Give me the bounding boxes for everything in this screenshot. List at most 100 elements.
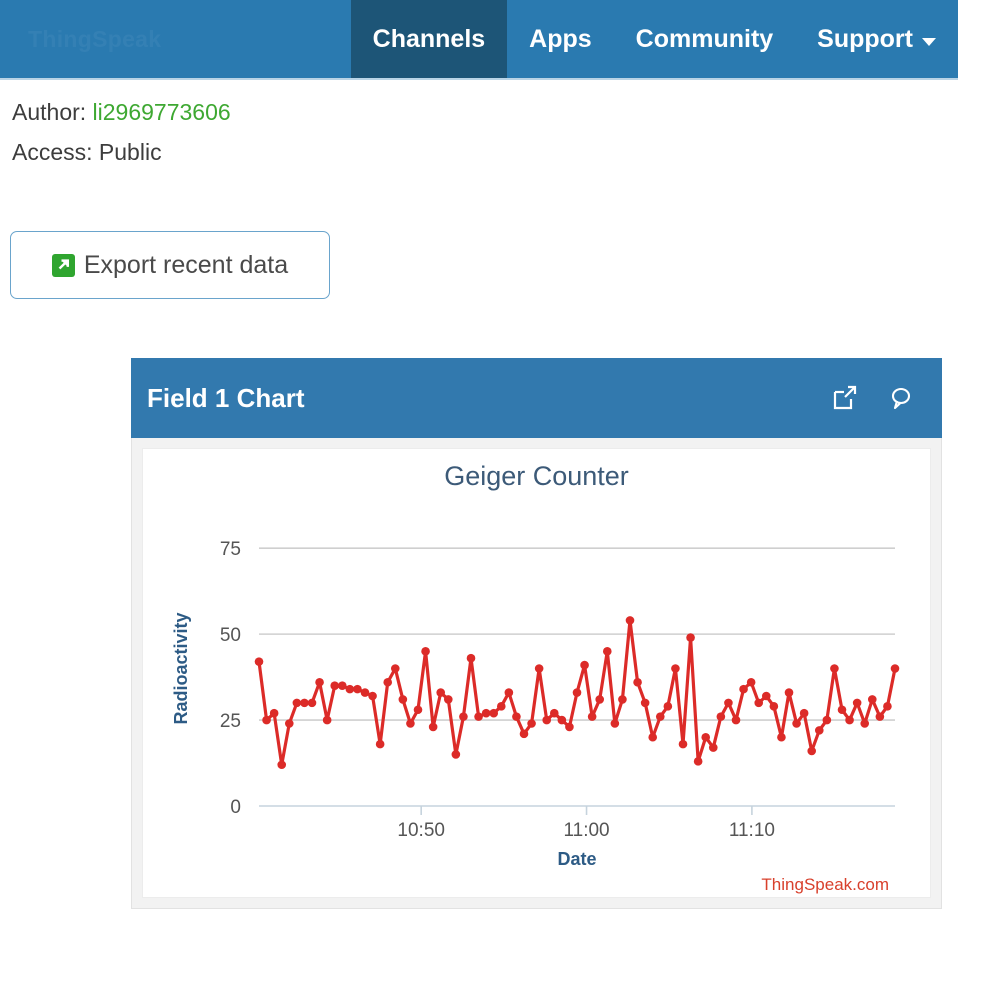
data-point[interactable]: [482, 709, 491, 718]
data-point[interactable]: [664, 702, 673, 711]
data-point[interactable]: [595, 695, 604, 704]
chart-panel-body: Geiger Counter025507510:5011:0011:10Radi…: [131, 438, 942, 909]
data-point[interactable]: [436, 688, 445, 697]
y-axis-tick-label: 25: [220, 711, 241, 732]
data-point[interactable]: [656, 712, 665, 721]
data-point[interactable]: [815, 726, 824, 735]
brand-logo[interactable]: ThingSpeak: [0, 0, 351, 78]
nav-item-support[interactable]: Support: [795, 0, 958, 78]
data-point[interactable]: [399, 695, 408, 704]
data-point[interactable]: [368, 692, 377, 701]
data-point[interactable]: [558, 716, 567, 725]
nav-item-apps[interactable]: Apps: [507, 0, 614, 78]
data-point[interactable]: [565, 723, 574, 732]
data-point[interactable]: [838, 705, 847, 714]
data-point[interactable]: [754, 699, 763, 708]
data-point[interactable]: [255, 657, 264, 666]
data-point[interactable]: [421, 647, 430, 656]
data-point[interactable]: [580, 661, 589, 670]
chart-panel-header: Field 1 Chart: [131, 358, 942, 438]
data-point[interactable]: [724, 699, 733, 708]
data-point[interactable]: [459, 712, 468, 721]
data-point[interactable]: [603, 647, 612, 656]
data-point[interactable]: [785, 688, 794, 697]
y-axis-tick-label: 50: [220, 625, 241, 646]
data-point[interactable]: [800, 709, 809, 718]
data-point[interactable]: [641, 699, 650, 708]
data-point[interactable]: [876, 712, 885, 721]
chart-canvas[interactable]: Geiger Counter025507510:5011:0011:10Radi…: [142, 448, 931, 898]
export-recent-data-button[interactable]: Export recent data: [10, 231, 330, 299]
data-point[interactable]: [270, 709, 279, 718]
data-point[interactable]: [679, 740, 688, 749]
data-point[interactable]: [452, 750, 461, 759]
data-point[interactable]: [353, 685, 362, 694]
data-point[interactable]: [300, 699, 309, 708]
data-point[interactable]: [308, 699, 317, 708]
data-point[interactable]: [474, 712, 483, 721]
data-point[interactable]: [891, 664, 900, 673]
data-point[interactable]: [338, 681, 347, 690]
data-point[interactable]: [777, 733, 786, 742]
data-point[interactable]: [853, 699, 862, 708]
nav-item-community[interactable]: Community: [614, 0, 796, 78]
data-point[interactable]: [542, 716, 551, 725]
data-point[interactable]: [739, 685, 748, 694]
data-point[interactable]: [323, 716, 332, 725]
data-point[interactable]: [391, 664, 400, 673]
data-point[interactable]: [444, 695, 453, 704]
data-point[interactable]: [535, 664, 544, 673]
data-point[interactable]: [512, 712, 521, 721]
author-link[interactable]: li2969773606: [93, 99, 231, 125]
data-point[interactable]: [262, 716, 271, 725]
data-point[interactable]: [497, 702, 506, 711]
speech-bubble-icon[interactable]: [886, 383, 916, 413]
data-point[interactable]: [361, 688, 370, 697]
data-point[interactable]: [429, 723, 438, 732]
data-point[interactable]: [611, 719, 620, 728]
nav-item-community-label: Community: [636, 25, 774, 54]
data-point[interactable]: [807, 747, 816, 756]
data-point[interactable]: [315, 678, 324, 687]
data-point[interactable]: [823, 716, 832, 725]
data-point[interactable]: [330, 681, 339, 690]
data-point[interactable]: [489, 709, 498, 718]
data-point[interactable]: [694, 757, 703, 766]
data-point[interactable]: [573, 688, 582, 697]
data-point[interactable]: [505, 688, 514, 697]
data-point[interactable]: [520, 730, 529, 739]
data-point[interactable]: [686, 633, 695, 642]
data-point[interactable]: [792, 719, 801, 728]
data-point[interactable]: [550, 709, 559, 718]
data-point[interactable]: [770, 702, 779, 711]
data-point[interactable]: [588, 712, 597, 721]
data-point[interactable]: [277, 760, 286, 769]
data-point[interactable]: [717, 712, 726, 721]
data-point[interactable]: [648, 733, 657, 742]
data-point[interactable]: [671, 664, 680, 673]
data-point[interactable]: [618, 695, 627, 704]
data-point[interactable]: [285, 719, 294, 728]
data-point[interactable]: [527, 719, 536, 728]
data-point[interactable]: [883, 702, 892, 711]
data-point[interactable]: [414, 705, 423, 714]
data-point[interactable]: [845, 716, 854, 725]
data-point[interactable]: [467, 654, 476, 663]
external-link-icon[interactable]: [830, 383, 860, 413]
data-point[interactable]: [701, 733, 710, 742]
data-point[interactable]: [762, 692, 771, 701]
data-point[interactable]: [626, 616, 635, 625]
data-point[interactable]: [376, 740, 385, 749]
data-point[interactable]: [709, 743, 718, 752]
data-point[interactable]: [346, 685, 355, 694]
data-point[interactable]: [383, 678, 392, 687]
data-point[interactable]: [633, 678, 642, 687]
data-point[interactable]: [860, 719, 869, 728]
data-point[interactable]: [293, 699, 302, 708]
data-point[interactable]: [732, 716, 741, 725]
data-point[interactable]: [868, 695, 877, 704]
nav-item-channels[interactable]: Channels: [351, 0, 508, 78]
data-point[interactable]: [406, 719, 415, 728]
data-point[interactable]: [747, 678, 756, 687]
data-point[interactable]: [830, 664, 839, 673]
